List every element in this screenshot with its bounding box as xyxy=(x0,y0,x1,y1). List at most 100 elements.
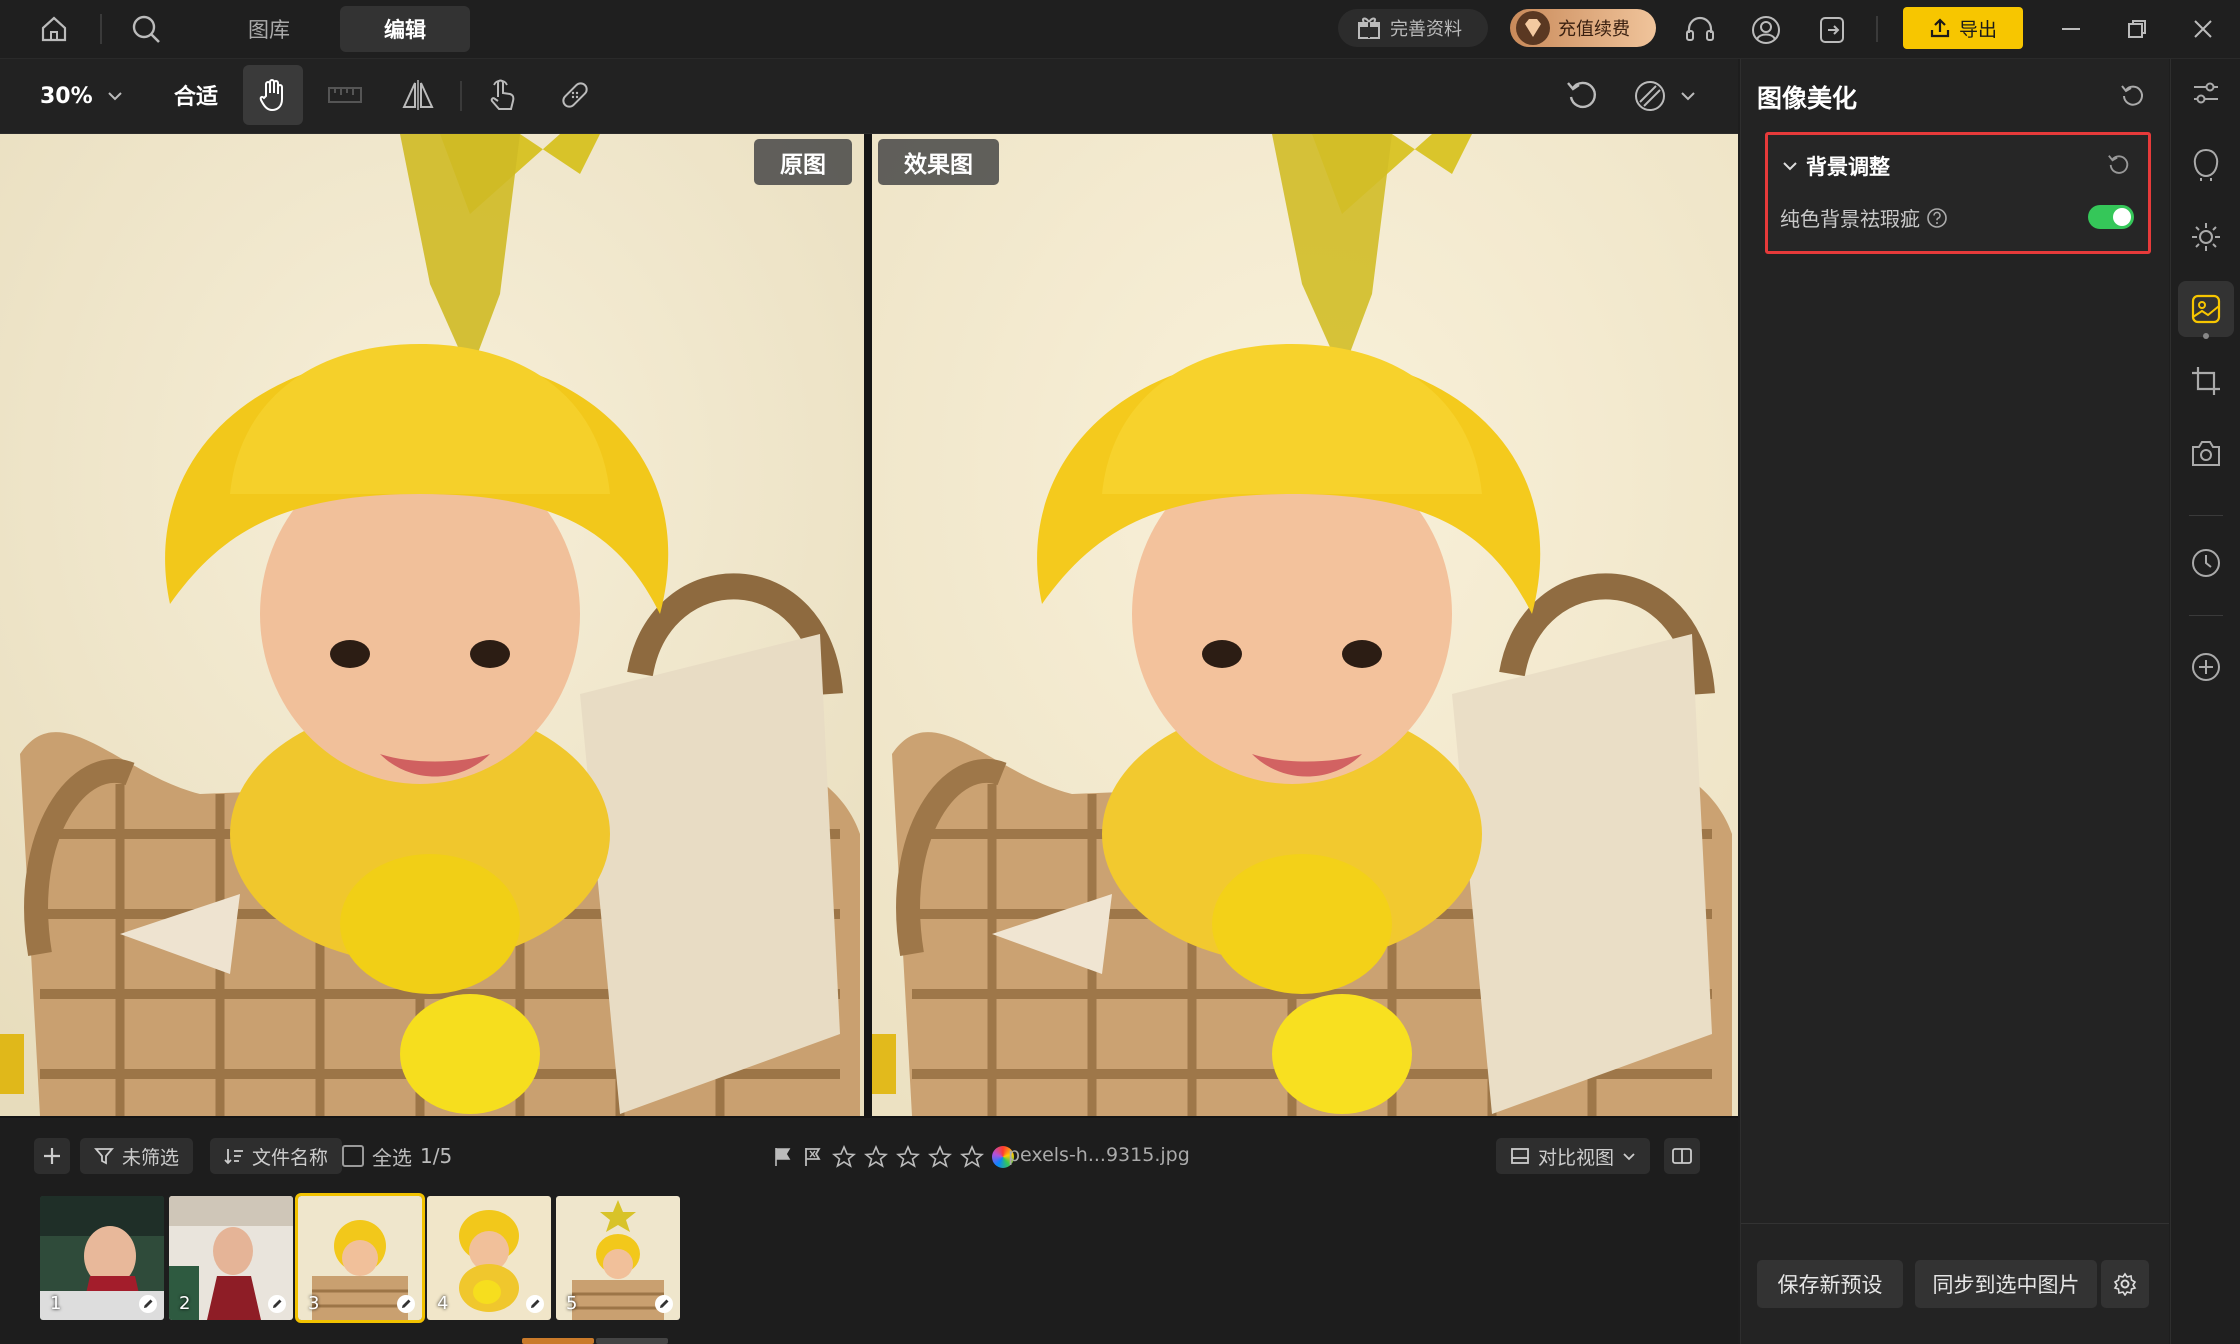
light-tool-button[interactable] xyxy=(2178,209,2234,265)
restore-icon[interactable] xyxy=(2120,10,2154,48)
split-view-button[interactable] xyxy=(1664,1138,1700,1174)
select-all-checkbox[interactable] xyxy=(342,1145,364,1167)
minimize-icon[interactable] xyxy=(2054,10,2088,48)
crop-tool-button[interactable] xyxy=(2178,353,2234,409)
image-canvas[interactable]: 原图 效果图 xyxy=(0,134,1738,1118)
filter-label: 未筛选 xyxy=(122,1146,180,1169)
thumbnail-selected[interactable]: 3 xyxy=(295,1193,425,1323)
rating-flags xyxy=(772,1142,1014,1172)
layout-icon xyxy=(1510,1146,1530,1166)
filmstrip-scroll-thumb[interactable] xyxy=(522,1338,594,1344)
export-button[interactable]: 导出 xyxy=(1903,7,2023,49)
option-row: 纯色背景祛瑕疵 xyxy=(1780,203,1948,232)
thumbnail-number: 5 xyxy=(566,1293,578,1314)
section-reset-button[interactable] xyxy=(2104,149,2134,179)
flip-tool-button[interactable] xyxy=(388,65,448,125)
section-header[interactable]: 背景调整 xyxy=(1782,151,1890,181)
upload-icon xyxy=(1929,17,1951,39)
compare-mode-select[interactable] xyxy=(1632,75,1696,117)
plus-icon xyxy=(41,1145,63,1167)
history-button[interactable] xyxy=(2178,535,2234,591)
thumbnail[interactable]: 4 xyxy=(427,1196,551,1320)
thumbnail[interactable]: 1 xyxy=(40,1196,164,1320)
user-icon[interactable] xyxy=(1746,10,1786,50)
image-beauty-button[interactable] xyxy=(2178,281,2234,337)
home-icon[interactable] xyxy=(34,10,74,48)
ruler-icon xyxy=(327,82,363,108)
result-image: 效果图 xyxy=(872,134,1738,1116)
divider xyxy=(2189,515,2223,516)
recharge-button[interactable]: 充值续费 xyxy=(1510,9,1656,47)
search-icon[interactable] xyxy=(126,10,166,48)
thumbnail[interactable]: 2 xyxy=(169,1196,293,1320)
headset-icon[interactable] xyxy=(1680,10,1720,50)
add-tool-button[interactable] xyxy=(2178,639,2234,695)
adjust-sliders-button[interactable] xyxy=(2178,65,2234,121)
zoom-value: 30% xyxy=(40,83,93,109)
complete-profile-button[interactable]: 完善资料 xyxy=(1338,9,1488,47)
star-icon[interactable] xyxy=(864,1145,888,1169)
select-all-label: 全选 xyxy=(372,1145,412,1170)
complete-profile-label: 完善资料 xyxy=(1390,19,1462,40)
recharge-label: 充值续费 xyxy=(1558,19,1630,40)
select-all[interactable]: 全选 1/5 xyxy=(342,1138,452,1174)
divider xyxy=(100,14,102,44)
flip-icon xyxy=(401,79,435,111)
thumbnail-number: 3 xyxy=(308,1293,320,1314)
touch-tool-button[interactable] xyxy=(472,65,532,125)
tab-edit[interactable]: 编辑 xyxy=(340,6,470,52)
compare-divider[interactable] xyxy=(864,134,872,1116)
undo-button[interactable] xyxy=(1552,65,1612,125)
filmstrip-scroll-track[interactable] xyxy=(596,1338,668,1344)
fit-button[interactable]: 合适 xyxy=(174,79,218,111)
star-icon[interactable] xyxy=(832,1145,856,1169)
split-view-icon xyxy=(1671,1146,1693,1166)
filter-button[interactable]: 未筛选 xyxy=(80,1138,194,1174)
portrait-tool-button[interactable] xyxy=(2178,137,2234,193)
compare-view-select[interactable]: 对比视图 xyxy=(1496,1138,1651,1174)
edited-pencil-icon xyxy=(138,1294,158,1314)
bandage-icon xyxy=(558,78,592,112)
flag-icon[interactable] xyxy=(772,1146,794,1168)
toggle-knob xyxy=(2113,208,2131,226)
tool-rail xyxy=(2170,59,2240,1344)
panel-reset-button[interactable] xyxy=(2115,77,2151,113)
star-icon[interactable] xyxy=(896,1145,920,1169)
reset-icon xyxy=(2107,152,2131,176)
sync-settings-button[interactable] xyxy=(2101,1260,2149,1308)
zoom-select[interactable]: 30% xyxy=(40,79,123,113)
gift-icon xyxy=(1356,15,1382,41)
help-icon[interactable] xyxy=(1926,207,1948,229)
sort-button[interactable]: 文件名称 xyxy=(210,1138,343,1174)
thumbnail-number: 1 xyxy=(50,1293,62,1314)
bandage-tool-button[interactable] xyxy=(545,65,605,125)
tab-library[interactable]: 图库 xyxy=(226,6,312,52)
close-icon[interactable] xyxy=(2186,10,2220,48)
hand-tool-button[interactable] xyxy=(243,65,303,125)
edited-pencil-icon xyxy=(267,1294,287,1314)
chevron-down-icon xyxy=(1680,91,1696,101)
clock-icon xyxy=(2190,547,2222,579)
edit-toolbar: 30% 合适 xyxy=(0,59,1738,134)
camera-tool-button[interactable] xyxy=(2178,425,2234,481)
gear-icon xyxy=(2113,1272,2137,1296)
camera-icon xyxy=(2190,438,2222,468)
star-icon[interactable] xyxy=(960,1145,984,1169)
add-image-button[interactable] xyxy=(34,1138,70,1174)
sync-to-selected-button[interactable]: 同步到选中图片 xyxy=(1915,1260,2097,1308)
background-adjust-section: 背景调整 纯色背景祛瑕疵 xyxy=(1765,132,2151,254)
ruler-tool-button[interactable] xyxy=(315,65,375,125)
save-preset-button[interactable]: 保存新预设 xyxy=(1757,1260,1903,1308)
current-filename: pexels-h...9315.jpg xyxy=(1008,1144,1190,1166)
sort-icon xyxy=(224,1146,244,1166)
reject-flag-icon[interactable] xyxy=(802,1146,824,1168)
panel-title: 图像美化 xyxy=(1757,84,1858,113)
sun-icon xyxy=(2190,221,2222,253)
logout-icon[interactable] xyxy=(1812,10,1852,50)
star-icon[interactable] xyxy=(928,1145,952,1169)
thumbnail[interactable]: 5 xyxy=(556,1196,680,1320)
undo-icon xyxy=(1565,78,1599,112)
background-blemish-toggle[interactable] xyxy=(2088,205,2134,229)
compare-view-label: 对比视图 xyxy=(1538,1146,1615,1169)
beauty-panel: 图像美化 背景调整 纯色背景祛瑕疵 保存新预设 同步到选中图片 xyxy=(1740,59,2169,1344)
